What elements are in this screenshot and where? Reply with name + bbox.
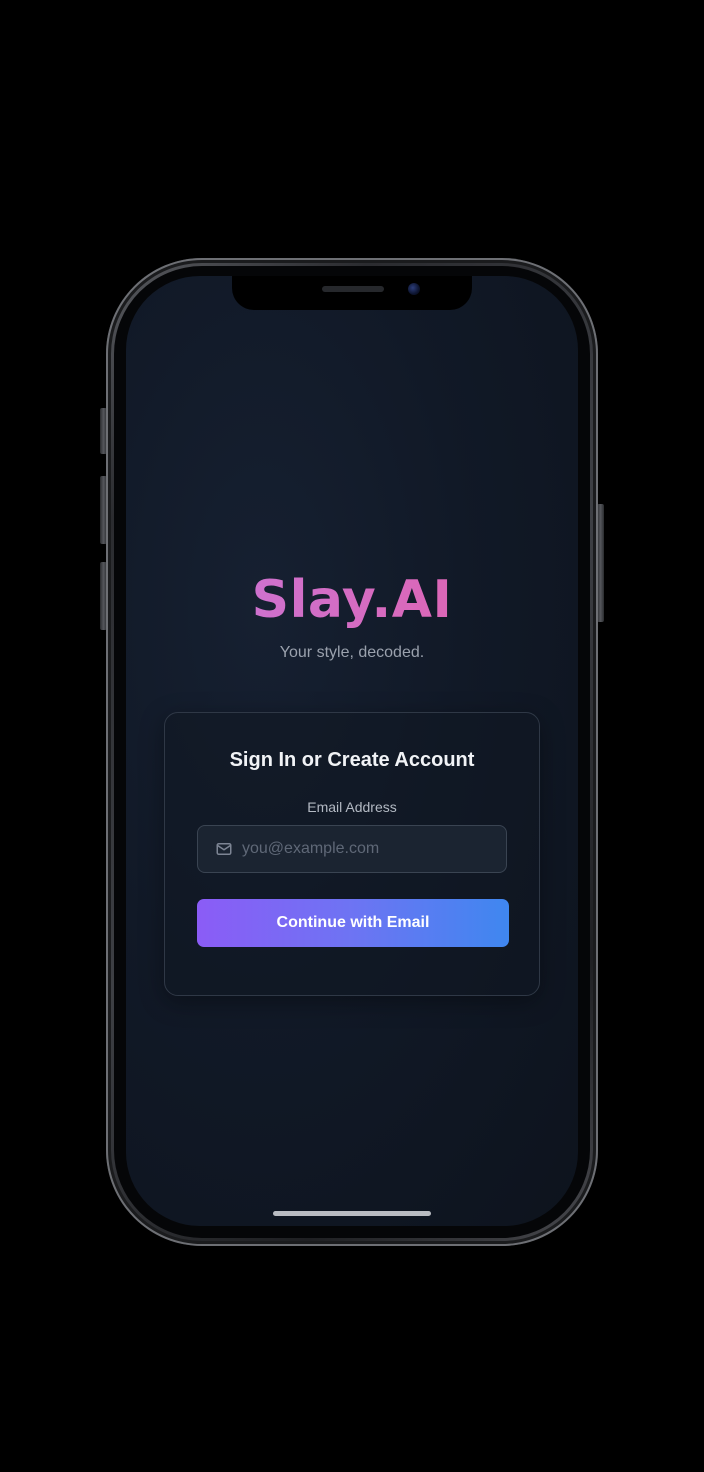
home-indicator (273, 1211, 431, 1216)
mail-icon (214, 839, 234, 859)
continue-with-email-button[interactable]: Continue with Email (197, 899, 509, 947)
app-screen: Slay.AI Your style, decoded. Sign In or … (126, 276, 578, 1226)
email-label: Email Address (307, 799, 397, 815)
notch (232, 276, 472, 310)
tagline: Your style, decoded. (279, 644, 425, 661)
power-button (597, 504, 604, 622)
auth-card: Sign In or Create Account Email Address … (164, 712, 540, 996)
email-field[interactable] (197, 825, 507, 873)
front-camera (408, 283, 420, 295)
brand-logo: Slay.AI (126, 570, 578, 630)
card-title: Sign In or Create Account (229, 749, 475, 771)
device-mockup: Slay.AI Your style, decoded. Sign In or … (0, 0, 704, 1472)
email-input[interactable] (242, 826, 506, 872)
speaker-grille (322, 286, 384, 292)
